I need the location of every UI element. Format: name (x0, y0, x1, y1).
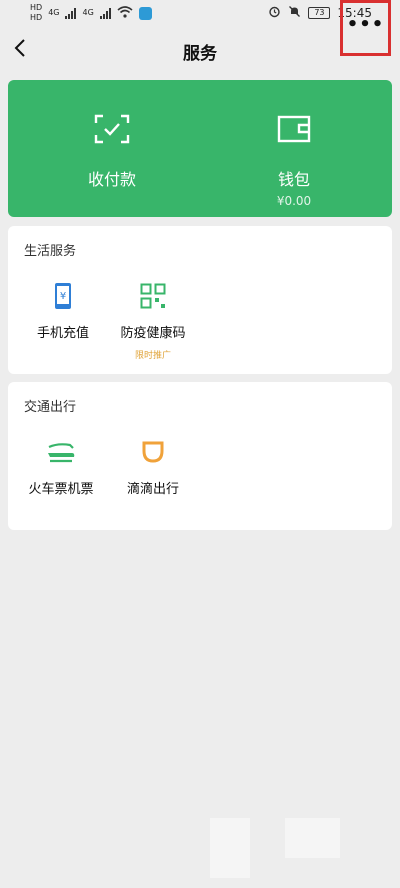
wallet-balance: ¥0.00 (276, 194, 312, 208)
wallet-icon (204, 112, 384, 146)
battery-icon: 73 (308, 7, 331, 19)
app-notification-icon (138, 6, 152, 20)
mute-icon (288, 5, 301, 21)
signal1-icon (65, 7, 77, 19)
svg-text:¥: ¥ (60, 291, 66, 302)
qr-code-icon (98, 282, 208, 310)
transport-card: 交通出行 火车票机票 滴滴出行 (8, 382, 392, 530)
wallet-card: 收付款 钱包 ¥0.00 (8, 80, 392, 217)
more-options-button[interactable]: ••• (340, 0, 391, 56)
health-code-button[interactable]: 防疫健康码 限时推广 (98, 282, 208, 361)
sim-indicators: HD HD (30, 4, 42, 22)
network1-label: 4G (48, 8, 60, 17)
wallet-button[interactable]: 钱包 ¥0.00 (204, 112, 384, 208)
receive-pay-button[interactable]: 收付款 (22, 112, 202, 190)
sim1-label: HD (30, 3, 43, 12)
transport-title: 交通出行 (24, 400, 77, 415)
sim2-label: HD (30, 13, 43, 22)
didi-icon (98, 438, 208, 466)
promo-tag: 限时推广 (134, 351, 171, 361)
more-dots-icon: ••• (346, 14, 385, 35)
didi-label: 滴滴出行 (126, 482, 179, 497)
watermark-block (210, 818, 250, 878)
receive-pay-label: 收付款 (87, 170, 136, 189)
signal2-icon (99, 7, 111, 19)
watermark-block (285, 818, 340, 858)
health-code-label: 防疫健康码 (120, 326, 186, 341)
wallet-label: 钱包 (277, 170, 310, 189)
status-left: HD HD 4G 4G (30, 4, 152, 22)
scan-pay-icon (22, 112, 202, 146)
wifi-icon (117, 5, 133, 21)
alarm-icon (268, 5, 281, 21)
network2-label: 4G (82, 8, 94, 17)
didi-button[interactable]: 滴滴出行 (98, 438, 208, 497)
life-services-title: 生活服务 (24, 244, 77, 259)
life-services-card: 生活服务 ¥ 手机充值 防疫健康码 限时推广 (8, 226, 392, 374)
